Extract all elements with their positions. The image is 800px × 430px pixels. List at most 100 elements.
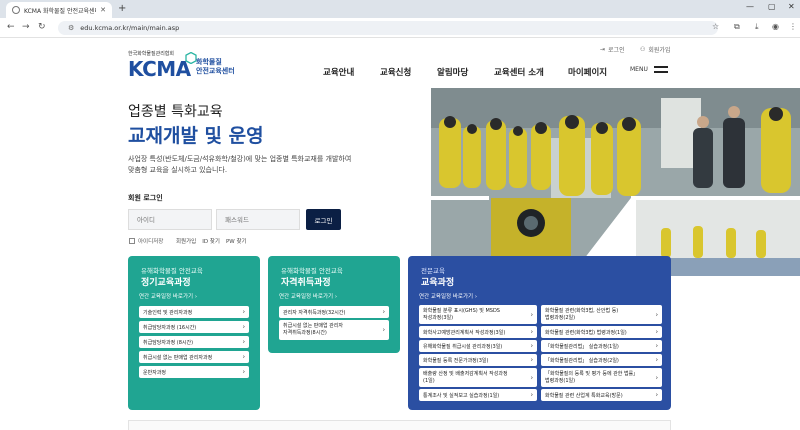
address-bar-row: ← → ↻ ⚙ edu.kcma.or.kr/main/main.asp ☆ ⧉… xyxy=(0,18,800,38)
chevron-right-icon: › xyxy=(530,374,533,381)
forward-icon[interactable]: → xyxy=(22,22,30,32)
site-info-icon[interactable]: ⚙ xyxy=(68,24,74,32)
maximize-icon[interactable]: ▢ xyxy=(768,2,776,11)
logo-association: 한국화학물질관리협회 xyxy=(128,51,175,57)
schedule-link[interactable]: 연간 교육일정 바로가기 › xyxy=(279,292,337,300)
id-input[interactable] xyxy=(128,209,212,230)
course-item[interactable]: 화학물질 관련(화학3법, 산안법 등) 법령과정(2일) › xyxy=(541,305,662,324)
chevron-right-icon: › xyxy=(530,311,533,318)
course-label: 유해화학물질 취급시설 관리과정(3일) xyxy=(423,343,503,350)
course-item[interactable]: 화학물질 등록 전문가과정(3일) › xyxy=(419,354,537,366)
next-section-strip xyxy=(128,420,671,430)
schedule-link[interactable]: 연간 교육일정 바로가기 › xyxy=(419,292,477,300)
course-item[interactable]: 관리자 자격취득과정(32시간) › xyxy=(279,306,389,318)
nav-edu-apply[interactable]: 교육신청 xyxy=(380,66,411,78)
course-item[interactable]: 취급담당자과정 (16시간) › xyxy=(139,321,249,333)
course-item[interactable]: 「화학물질의 등록 및 평가 등에 관한 법률」 법령과정(1일) › xyxy=(541,368,662,387)
arrow-icon: › xyxy=(474,294,478,300)
download-icon[interactable]: ⤓ xyxy=(755,22,759,32)
course-item[interactable]: 유해화학물질 취급시설 관리과정(3일) › xyxy=(419,340,537,352)
back-icon[interactable]: ← xyxy=(7,22,15,32)
course-item[interactable]: 기술인력 및 관리자과정 › xyxy=(139,306,249,318)
course-item[interactable]: 화학사고예방관리계획서 작성과정(3일) › xyxy=(419,326,537,338)
new-tab-icon[interactable]: + xyxy=(118,3,126,14)
schedule-link-label: 연간 교육일정 바로가기 xyxy=(419,294,474,300)
find-pw-link[interactable]: PW 찾기 xyxy=(226,237,247,245)
card-regular-course: 유해화학물질 안전교육 정기교육과정 연간 교육일정 바로가기 › 기술인력 및… xyxy=(128,256,260,410)
course-item[interactable]: 취급시설 없는 판매업 관리자과정 › xyxy=(139,351,249,363)
remember-checkbox[interactable] xyxy=(129,238,135,244)
chevron-right-icon: › xyxy=(242,308,245,316)
course-item[interactable]: 「화학물질관리법」 실습과정(2일) › xyxy=(541,354,662,366)
login-links: 회원가입 ID 찾기 PW 찾기 xyxy=(176,237,247,245)
course-item[interactable]: 운반자과정 › xyxy=(139,366,249,378)
course-label: 화학물질 관련 산업계 특화교육(방문) xyxy=(545,392,623,399)
card-title: 자격취득과정 xyxy=(281,278,331,288)
tab-title: KCMA 화학물질 안전교육센터 xyxy=(24,7,97,15)
chevron-right-icon: › xyxy=(530,328,533,336)
find-id-link[interactable]: ID 찾기 xyxy=(202,237,220,245)
course-label: 취급담당자과정 (16시간) xyxy=(143,324,197,331)
card-subtitle: 전문교육 xyxy=(421,267,445,275)
course-item[interactable]: 배출량 산정 및 배출저감계획서 작성과정 (1일) › xyxy=(419,368,537,387)
course-item[interactable]: 화학물질 관련 산업계 특화교육(방문) › xyxy=(541,389,662,401)
course-item[interactable]: 통계조사 및 실적보고 실습과정(1일) › xyxy=(419,389,537,401)
reload-icon[interactable]: ↻ xyxy=(38,22,46,32)
logo-center-line1: 화학물질 xyxy=(196,58,222,66)
join-member-link[interactable]: 회원가입 xyxy=(176,237,196,245)
omnibox[interactable]: ⚙ edu.kcma.or.kr/main/main.asp xyxy=(58,21,718,35)
course-label: 관리자 자격취득과정(32시간) xyxy=(283,309,346,316)
arrow-icon: › xyxy=(194,294,198,300)
course-label: 화학물질 관련(화학3법) 법령과정(1일) xyxy=(545,329,627,336)
extensions-icon[interactable]: ⧉ xyxy=(734,22,740,32)
browser-tab-bar: KCMA 화학물질 안전교육센터 ✕ + — ▢ ✕ xyxy=(0,0,800,18)
menu-button[interactable]: MENU xyxy=(630,66,668,73)
close-window-icon[interactable]: ✕ xyxy=(788,2,795,11)
schedule-link-label: 연간 교육일정 바로가기 xyxy=(279,294,334,300)
course-label-line2: (1일) xyxy=(423,377,435,384)
password-input[interactable] xyxy=(216,209,300,230)
nav-notice[interactable]: 알림마당 xyxy=(437,66,468,78)
chevron-right-icon: › xyxy=(655,342,658,350)
hero-title: 교재개발 및 운영 xyxy=(128,125,264,147)
course-label: 화학물질 등록 전문가과정(3일) xyxy=(423,357,489,364)
hero-photo xyxy=(431,88,800,276)
bookmark-star-icon[interactable]: ☆ xyxy=(712,22,719,31)
nav-mypage[interactable]: 마이페이지 xyxy=(568,66,607,78)
url-text[interactable]: edu.kcma.or.kr/main/main.asp xyxy=(80,24,179,32)
chevron-right-icon: › xyxy=(655,356,658,364)
chevron-right-icon: › xyxy=(655,311,658,318)
course-label-line1: 배출량 산정 및 배출저감계획서 작성과정 xyxy=(423,370,508,377)
course-item[interactable]: 취급담당자과정 (8시간) › xyxy=(139,336,249,348)
course-item[interactable]: 화학물질 분류 표시(GHS) 및 MSDS 작성과정(3일) › xyxy=(419,305,537,324)
schedule-link-label: 연간 교육일정 바로가기 xyxy=(139,294,194,300)
course-label-line1: 「화학물질의 등록 및 평가 등에 관한 법률」 xyxy=(545,370,639,377)
chevron-right-icon: › xyxy=(242,323,245,331)
chevron-right-icon: › xyxy=(382,308,385,316)
minimize-icon[interactable]: — xyxy=(746,2,754,11)
course-item[interactable]: 취급시설 없는 판매업 관리자 자격취득과정(8시간) › xyxy=(279,320,389,340)
course-item[interactable]: 「화학물질관리법」 실습과정(1일) › xyxy=(541,340,662,352)
course-label-line1: 취급시설 없는 판매업 관리자 xyxy=(283,323,343,329)
browser-tab[interactable]: KCMA 화학물질 안전교육센터 ✕ xyxy=(6,2,112,18)
schedule-link[interactable]: 연간 교육일정 바로가기 › xyxy=(139,292,197,300)
course-label: 「화학물질의 등록 및 평가 등에 관한 법률」 법령과정(1일) xyxy=(545,371,638,385)
login-link-label: 로그인 xyxy=(608,47,625,54)
profile-icon[interactable]: ◉ xyxy=(772,22,779,31)
card-title: 교육과정 xyxy=(421,278,455,288)
chevron-right-icon: › xyxy=(530,342,533,350)
chevron-right-icon: › xyxy=(382,326,385,334)
remember-id[interactable]: 아이디저장 xyxy=(129,237,163,245)
site-logo[interactable]: 한국화학물질관리협회 KCMA 화학물질 안전교육센터 xyxy=(128,50,258,81)
nav-about-center[interactable]: 교육센터 소개 xyxy=(494,66,544,78)
nav-edu-guide[interactable]: 교육안내 xyxy=(323,66,354,78)
join-link-label: 회원가입 xyxy=(648,47,671,54)
more-menu-icon[interactable]: ⋮ xyxy=(789,22,797,31)
join-link[interactable]: ⚇ 회원가입 xyxy=(640,45,670,54)
card-certification-course: 유해화학물질 안전교육 자격취득과정 연간 교육일정 바로가기 › 관리자 자격… xyxy=(268,256,400,353)
close-icon[interactable]: ✕ xyxy=(100,6,106,14)
login-link[interactable]: ⇥ 로그인 xyxy=(600,45,625,54)
course-label-line2: 자격취득과정(8시간) xyxy=(283,330,327,336)
login-button[interactable]: 로그인 xyxy=(306,209,341,230)
course-item[interactable]: 화학물질 관련(화학3법) 법령과정(1일) › xyxy=(541,326,662,338)
